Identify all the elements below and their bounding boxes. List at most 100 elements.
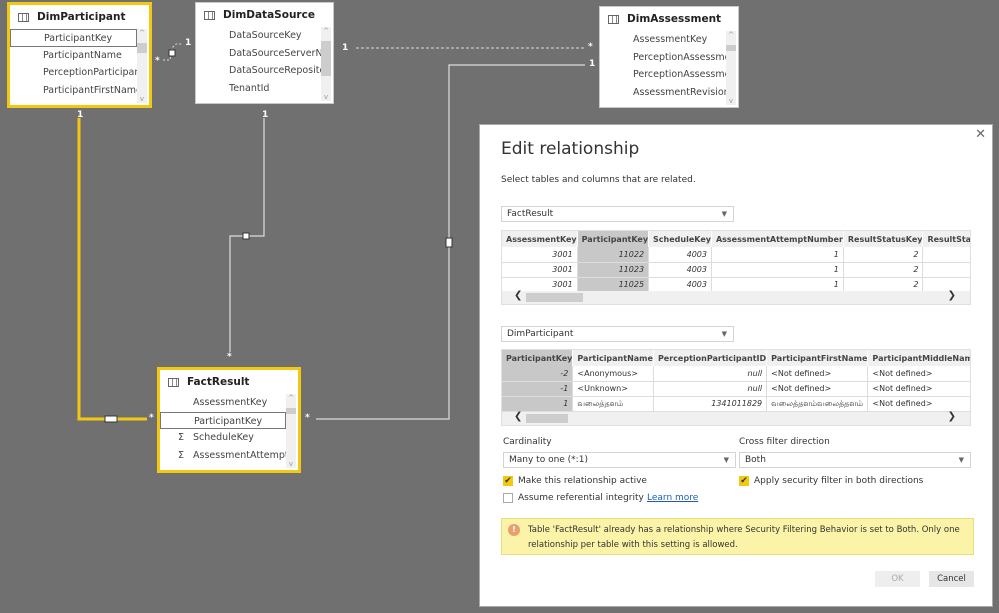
- card-one: 1: [77, 110, 84, 120]
- select-value: Many to one (*:1): [509, 455, 588, 465]
- table-title: DimAssessment: [627, 13, 722, 25]
- table2-select[interactable]: DimParticipant ▼: [501, 326, 734, 342]
- ok-button[interactable]: OK: [875, 571, 920, 587]
- table-cell: 11025: [577, 277, 650, 293]
- checkbox-checked-icon: ✔: [503, 476, 513, 486]
- table-icon: [204, 10, 215, 20]
- table-cell: <Not defined>: [766, 381, 869, 397]
- field[interactable]: ParticipantName: [10, 47, 137, 65]
- field-label: AssessmentAttemptN: [193, 449, 286, 461]
- table-cell: [922, 262, 970, 278]
- chevron-down-icon: ▼: [958, 456, 964, 464]
- column-header[interactable]: ParticipantMiddleName: [867, 350, 970, 366]
- field[interactable]: PerceptionAssessmer: [600, 66, 726, 84]
- horizontal-scrollbar[interactable]: ❮ ❯: [502, 290, 970, 304]
- field[interactable]: Σ AssessmentAttemptN: [160, 447, 286, 465]
- table-cell: 11022: [577, 247, 650, 263]
- scroll-right-icon: ❯: [947, 411, 956, 422]
- table-cell: 11023: [577, 262, 650, 278]
- table-cell: 3001: [502, 262, 578, 278]
- table-row: 3001 11023 4003 1 2: [502, 262, 970, 278]
- field-label: ScheduleKey: [193, 432, 254, 443]
- column-header[interactable]: ParticipantFirstName: [766, 350, 869, 366]
- table-cell: -1: [502, 381, 574, 397]
- column-header[interactable]: ResultStartUTC: [922, 231, 970, 247]
- security-filter-checkbox[interactable]: ✔ Apply security filter in both direction…: [739, 476, 923, 486]
- field[interactable]: DataSourceServerNa: [196, 45, 321, 63]
- table-icon: [608, 14, 619, 24]
- table-cell: -2: [502, 366, 574, 382]
- table-dimdatasource[interactable]: DimDataSource DataSourceKey DataSourceSe…: [195, 2, 334, 104]
- horizontal-scrollbar[interactable]: ❮ ❯: [502, 411, 970, 425]
- select-value: FactResult: [507, 209, 554, 219]
- cancel-button[interactable]: Cancel: [929, 571, 974, 587]
- table-cell: <Not defined>: [867, 396, 970, 412]
- crossfilter-select[interactable]: Both ▼: [739, 452, 971, 468]
- checkbox-label: Make this relationship active: [518, 476, 647, 486]
- table-dimassessment[interactable]: DimAssessment AssessmentKey PerceptionAs…: [599, 6, 739, 108]
- scrollbar[interactable]: ^ v: [286, 394, 296, 468]
- close-icon[interactable]: ✕: [975, 127, 986, 142]
- table-dimparticipant[interactable]: DimParticipant ParticipantKey Participan…: [7, 2, 152, 108]
- field[interactable]: ParticipantFirstName: [10, 82, 137, 96]
- table-factresult[interactable]: FactResult AssessmentKey ParticipantKey …: [157, 367, 301, 473]
- table-cell: 1341011829: [653, 396, 768, 412]
- field[interactable]: TenantId: [196, 80, 321, 94]
- rel-line-participant-fact: [77, 118, 147, 421]
- card-many: *: [227, 352, 232, 362]
- column-header[interactable]: AssessmentAttemptNumber: [711, 231, 844, 247]
- card-one: 1: [589, 59, 596, 69]
- checkbox-checked-icon: ✔: [739, 476, 749, 486]
- card-one: 1: [342, 43, 349, 53]
- active-checkbox[interactable]: ✔ Make this relationship active: [503, 476, 647, 486]
- column-header[interactable]: ScheduleKey: [648, 231, 712, 247]
- column-header[interactable]: AssessmentKey: [502, 231, 578, 247]
- field[interactable]: AssessmentKey: [160, 394, 286, 412]
- table-cell: [922, 247, 970, 263]
- table-cell: <Not defined>: [867, 381, 970, 397]
- scrollbar[interactable]: ^ v: [137, 29, 147, 103]
- table-cell: 1: [711, 277, 844, 293]
- table-cell: <Not defined>: [867, 366, 970, 382]
- table-title: DimDataSource: [223, 9, 315, 21]
- select-value: DimParticipant: [507, 329, 574, 339]
- table-cell: 4003: [648, 277, 712, 293]
- column-header[interactable]: ParticipantKey: [577, 231, 650, 247]
- scrollbar[interactable]: ^ v: [726, 31, 736, 105]
- checkbox-unchecked-icon: [503, 493, 513, 503]
- table-cell: 4003: [648, 262, 712, 278]
- table1-select[interactable]: FactResult ▼: [501, 206, 734, 222]
- dialog-title: Edit relationship: [501, 139, 640, 159]
- card-many: *: [305, 413, 310, 423]
- field[interactable]: DataSourceKey: [196, 27, 321, 45]
- table-icon: [18, 12, 29, 22]
- edit-relationship-dialog: ✕ Edit relationship Select tables and co…: [479, 124, 993, 607]
- column-header[interactable]: ParticipantKey: [502, 350, 574, 366]
- column-header[interactable]: PerceptionParticipantID: [653, 350, 768, 366]
- column-header[interactable]: ParticipantName: [572, 350, 654, 366]
- table-cell: 2: [843, 247, 924, 263]
- field[interactable]: DataSourceRepositor: [196, 62, 321, 80]
- field[interactable]: PerceptionAssessmer: [600, 49, 726, 67]
- table-cell: வலைத்தளம்: [572, 396, 654, 412]
- field[interactable]: Σ ScheduleKey: [160, 429, 286, 447]
- scrollbar[interactable]: ^ v: [321, 27, 331, 101]
- table-icon: [168, 377, 179, 387]
- field[interactable]: ParticipantKey: [10, 29, 137, 47]
- table-row: -1 <Unknown> null <Not defined> <Not defined…: [502, 381, 970, 397]
- field[interactable]: AssessmentKey: [600, 31, 726, 49]
- table-cell: <Unknown>: [572, 381, 654, 397]
- warning-banner: ! Table 'FactResult' already has a relat…: [501, 518, 974, 555]
- table-cell: null: [653, 366, 768, 382]
- field[interactable]: PerceptionParticipant: [10, 64, 137, 82]
- table-title: DimParticipant: [37, 11, 126, 23]
- card-many: *: [149, 413, 154, 423]
- learn-more-link[interactable]: Learn more: [647, 493, 698, 503]
- cardinality-select[interactable]: Many to one (*:1) ▼: [503, 452, 736, 468]
- table-row: 3001 11025 4003 1 2: [502, 277, 970, 293]
- checkbox-label: Apply security filter in both directions: [754, 476, 924, 486]
- column-header[interactable]: ResultStatusKey: [843, 231, 924, 247]
- referential-integrity-checkbox[interactable]: Assume referential integrity: [503, 493, 644, 503]
- field[interactable]: AssessmentRevisionN: [600, 84, 726, 98]
- field[interactable]: ParticipantKey: [160, 411, 286, 429]
